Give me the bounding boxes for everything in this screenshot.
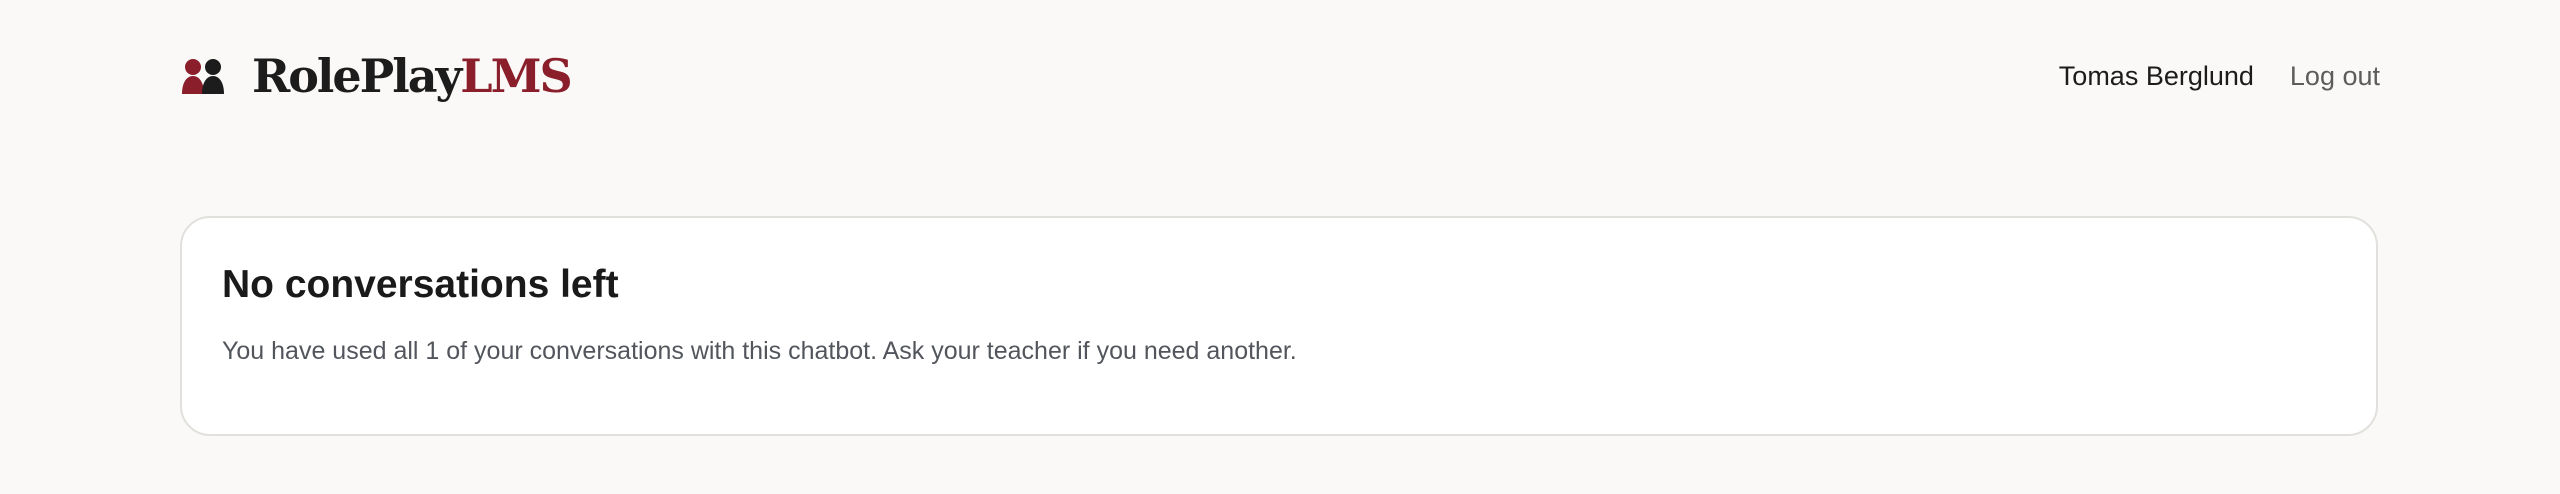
brand-logo-link[interactable]: RolePlayLMS (180, 53, 573, 99)
notice-card: No conversations left You have used all … (180, 216, 2378, 436)
brand-wordmark: RolePlayLMS (252, 53, 573, 99)
logout-link[interactable]: Log out (2290, 61, 2380, 92)
top-header: RolePlayLMS Tomas Berglund Log out (180, 44, 2380, 108)
brand-wordmark-primary: RolePlay (252, 49, 462, 103)
notice-title: No conversations left (222, 263, 619, 306)
two-people-silhouette-icon (182, 59, 224, 94)
user-name: Tomas Berglund (2058, 60, 2254, 91)
user-nav: Tomas Berglund Log out (2059, 61, 2380, 92)
notice-message: You have used all 1 of your conversation… (222, 336, 1297, 365)
brand-wordmark-accent: LMS (460, 49, 572, 103)
